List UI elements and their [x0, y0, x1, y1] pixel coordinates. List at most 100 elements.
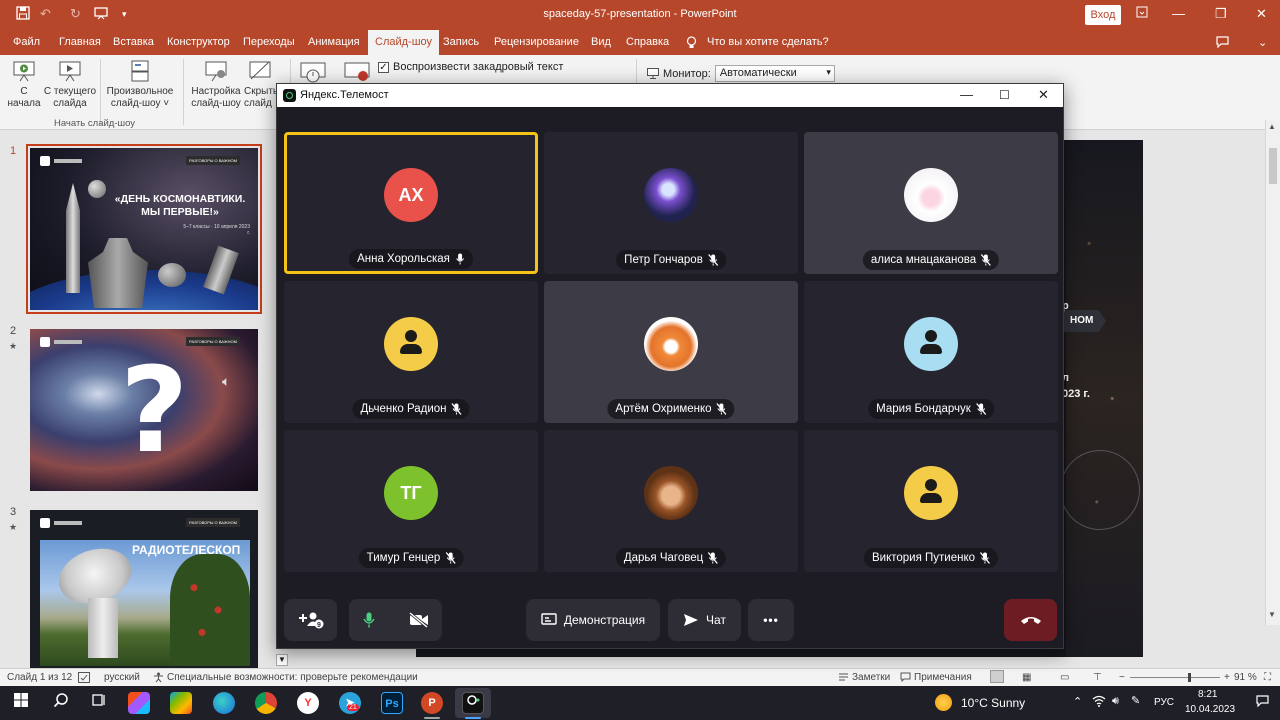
slide-sorter-icon[interactable]: ▦	[1022, 672, 1031, 683]
figma-icon[interactable]	[128, 692, 150, 714]
from-start-button[interactable]: С начала	[6, 59, 42, 110]
participant-tile[interactable]: Виктория Путиенко	[804, 430, 1058, 572]
participant-tile[interactable]: Дьченко Радион	[284, 281, 538, 423]
notes-pane-down-icon[interactable]: ▼	[276, 654, 288, 666]
scroll-thumb[interactable]	[1269, 148, 1277, 184]
tray-expand-icon[interactable]: ⌃	[1073, 695, 1082, 708]
search-icon[interactable]	[50, 692, 72, 714]
tab-file[interactable]: Файл	[13, 36, 40, 48]
input-language[interactable]: РУС	[1154, 697, 1174, 708]
pen-icon[interactable]: ✎	[1131, 694, 1140, 707]
zoom-slider[interactable]	[1130, 673, 1220, 682]
slide-thumbnail-2[interactable]: РАЗГОВОРЫ О ВАЖНОМ ? 🔈︎	[30, 329, 258, 491]
notes-icon[interactable]	[838, 672, 849, 685]
weather-status[interactable]: 10°C Sunny	[961, 696, 1025, 710]
edge-browser-icon[interactable]	[213, 692, 235, 714]
participant-tile[interactable]: Петр Гончаров	[544, 132, 798, 274]
custom-show-button[interactable]: Произвольное слайд-шоу ˅	[104, 59, 176, 110]
accessibility-icon[interactable]	[153, 672, 164, 686]
default-avatar-icon	[384, 317, 438, 371]
setup-show-button[interactable]: Настройка слайд-шоу	[188, 59, 244, 110]
end-call-button[interactable]	[1004, 599, 1057, 641]
ribbon-collapse-icon[interactable]: ⌄	[1258, 36, 1267, 49]
wifi-icon[interactable]	[1092, 695, 1106, 710]
ribbon-display-icon[interactable]	[1136, 6, 1148, 21]
slide-tag: РАЗГОВОРЫ О ВАЖНОМ	[186, 337, 240, 346]
signin-button[interactable]: Вход	[1085, 5, 1121, 25]
comments-button[interactable]: Примечания	[914, 672, 972, 683]
telemost-close-icon[interactable]: ✕	[1038, 87, 1049, 103]
yandex-browser-icon[interactable]: Y	[297, 692, 319, 714]
task-view-icon[interactable]	[88, 692, 110, 714]
slide-thumbnail-panel[interactable]: 1 РАЗГОВОРЫ О ВАЖНОМ «ДЕНЬ КОСМОНАВТИКИ.…	[0, 131, 276, 672]
participant-tile[interactable]: Мария Бондарчук	[804, 281, 1058, 423]
monitor-value[interactable]: Автоматически	[714, 65, 835, 82]
chrome-browser-icon[interactable]	[255, 692, 277, 714]
notifications-icon[interactable]	[1256, 695, 1269, 710]
more-options-button[interactable]: •••	[748, 599, 794, 641]
tab-transitions[interactable]: Переходы	[243, 36, 295, 48]
vertical-scrollbar[interactable]: ▲ ▼	[1265, 120, 1280, 625]
play-narration-checkbox[interactable]: ✓ Воспроизвести закадровый текст	[378, 61, 563, 73]
participant-tile[interactable]: ТГ Тимур Генцер	[284, 430, 538, 572]
spellcheck-icon[interactable]	[78, 672, 90, 686]
tab-view[interactable]: Вид	[591, 36, 611, 48]
clock-date[interactable]: 10.04.2023	[1185, 704, 1235, 715]
volume-icon[interactable]: 🔊︎	[1112, 695, 1119, 708]
telemost-app-icon[interactable]	[462, 692, 484, 714]
monitor-select[interactable]: Монитор: Автоматически	[647, 65, 835, 82]
telemost-minimize-icon[interactable]: —	[960, 87, 973, 102]
zoom-in-icon[interactable]: +	[1224, 672, 1230, 683]
tab-help[interactable]: Справка	[626, 36, 669, 48]
minimize-icon[interactable]: —	[1172, 6, 1185, 21]
tab-slideshow[interactable]: Слайд-шоу	[368, 30, 440, 55]
accessibility-status[interactable]: Специальные возможности: проверьте реком…	[167, 672, 418, 683]
zoom-level[interactable]: 91 %	[1234, 672, 1257, 683]
participants-count: 9	[317, 622, 321, 629]
from-current-button[interactable]: С текущего слайда	[42, 59, 98, 110]
tab-insert[interactable]: Вставка	[113, 36, 154, 48]
scroll-down-icon[interactable]: ▼	[1268, 610, 1276, 619]
close-icon[interactable]: ✕	[1256, 6, 1267, 22]
participant-tile[interactable]: Артём Охрименко	[544, 281, 798, 423]
photoshop-icon[interactable]: Ps	[381, 692, 403, 714]
slide-thumbnail-1[interactable]: РАЗГОВОРЫ О ВАЖНОМ «ДЕНЬ КОСМОНАВТИКИ. М…	[26, 144, 262, 314]
tab-animations[interactable]: Анимация	[308, 36, 360, 48]
hide-slide-button[interactable]: Скрыть слайд	[244, 59, 276, 110]
telemost-window[interactable]: Яндекс.Телемост — ☐ ✕ АХ Анна Хорольская…	[276, 83, 1064, 649]
tab-record[interactable]: Запись	[443, 36, 479, 48]
tab-review[interactable]: Рецензирование	[494, 36, 579, 48]
fit-slide-icon[interactable]: ⛶	[1264, 672, 1271, 683]
participant-tile[interactable]: АХ Анна Хорольская	[284, 132, 538, 274]
invite-participants-button[interactable]: 9	[284, 599, 337, 641]
clock-time[interactable]: 8:21	[1198, 689, 1217, 700]
comments-status-icon[interactable]	[900, 672, 911, 685]
avatar: ТГ	[384, 466, 438, 520]
screen-share-button[interactable]: Демонстрация	[526, 599, 660, 641]
camera-off-icon[interactable]	[408, 612, 429, 628]
slide-thumbnail-3[interactable]: РАЗГОВОРЫ О ВАЖНОМ РАДИОТЕЛЕСКОП	[30, 510, 258, 672]
normal-view-icon[interactable]	[990, 670, 1004, 683]
tab-design[interactable]: Конструктор	[167, 36, 230, 48]
reading-view-icon[interactable]: ▭	[1060, 672, 1069, 683]
microphone-toggle-icon[interactable]	[362, 612, 375, 628]
scroll-up-icon[interactable]: ▲	[1268, 122, 1276, 131]
participant-tile[interactable]: Дарья Чаговец	[544, 430, 798, 572]
language-indicator[interactable]: русский	[104, 672, 140, 683]
zoom-out-icon[interactable]: −	[1119, 672, 1125, 683]
maximize-icon[interactable]: ❐	[1215, 6, 1227, 22]
participant-tile[interactable]: алиса мнацаканова	[804, 132, 1058, 274]
tell-me-search[interactable]: Что вы хотите сделать?	[707, 36, 829, 48]
mic-muted-icon	[980, 552, 991, 564]
windows-start-icon[interactable]	[10, 692, 32, 714]
powerpoint-app-icon[interactable]: P	[421, 692, 443, 714]
slideshow-view-icon[interactable]: ⊤	[1093, 672, 1102, 683]
comments-icon[interactable]	[1216, 36, 1229, 51]
telemost-maximize-icon[interactable]: ☐	[999, 88, 1010, 102]
microsoft-store-icon[interactable]	[170, 692, 192, 714]
notes-button[interactable]: Заметки	[852, 672, 890, 683]
tab-home[interactable]: Главная	[59, 36, 101, 48]
mic-muted-icon	[707, 254, 718, 266]
chat-button[interactable]: Чат	[668, 599, 741, 641]
mic-muted-icon	[975, 403, 986, 415]
